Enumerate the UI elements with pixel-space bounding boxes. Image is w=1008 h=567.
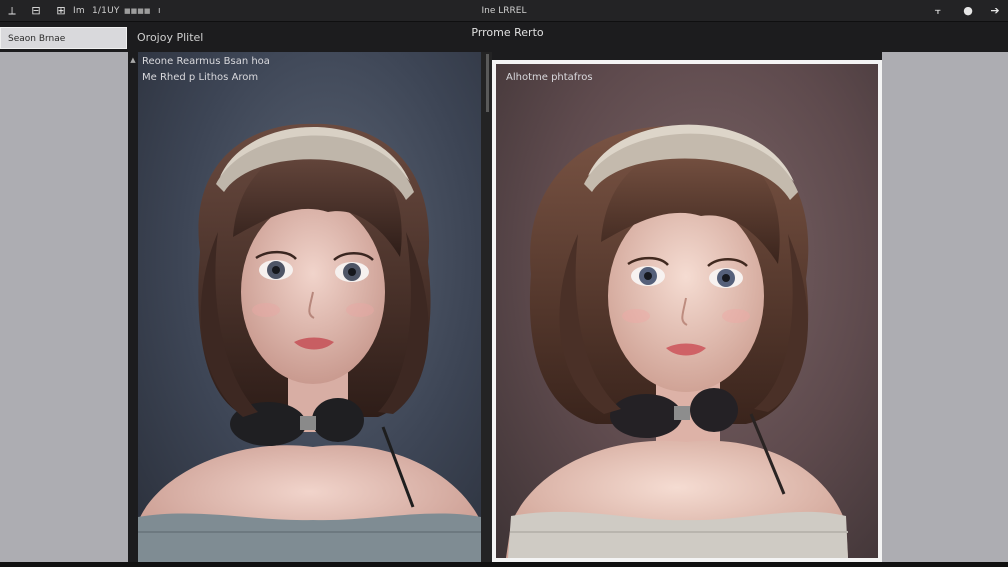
pin-icon[interactable]: ⫟ [931,3,945,19]
app-title: Ine LRREL [481,6,527,16]
left-caption-line-1: Reone Rearmus Bsan hoa [142,56,270,67]
circle-icon[interactable]: ● [961,3,975,19]
breadcrumb[interactable]: Orojoy Plitel [137,31,203,44]
secondary-bar: Seaon Brnae Orojoy Plitel Prrome Rerto [0,22,1008,52]
sidebar-divider [128,52,138,562]
status-bar [0,562,1008,567]
right-sidebar [882,52,1008,562]
portrait-image-right [506,124,848,558]
left-sidebar [0,52,128,562]
portrait-image-left [138,123,481,562]
panel-divider [481,52,492,562]
image-panel-left[interactable]: Reone Rearmus Bsan hoa Me Rhed p Lithos … [138,52,481,562]
image-frame-right: Alhotme phtafros [496,64,878,558]
right-panel-top-strip [492,52,882,60]
left-caption-line-2: Me Rhed p Lithos Arom [142,72,259,83]
sidebar-tab[interactable]: Seaon Brnae [0,27,127,49]
panel-divider-handle[interactable] [486,54,489,112]
scroll-up-icon[interactable]: ▲ [129,55,137,65]
right-caption: Alhotme phtafros [506,72,593,83]
image-panel-right[interactable]: Alhotme phtafros [492,60,882,562]
arrow-icon[interactable]: ➔ [988,3,1002,19]
top-toolbar: ⟂ ⊟ ⊞ Im 1/1UY ■■■■ ı Ine LRREL ⫟ ● ➔ [0,0,1008,22]
panel-title: Prrome Rerto [471,26,544,39]
